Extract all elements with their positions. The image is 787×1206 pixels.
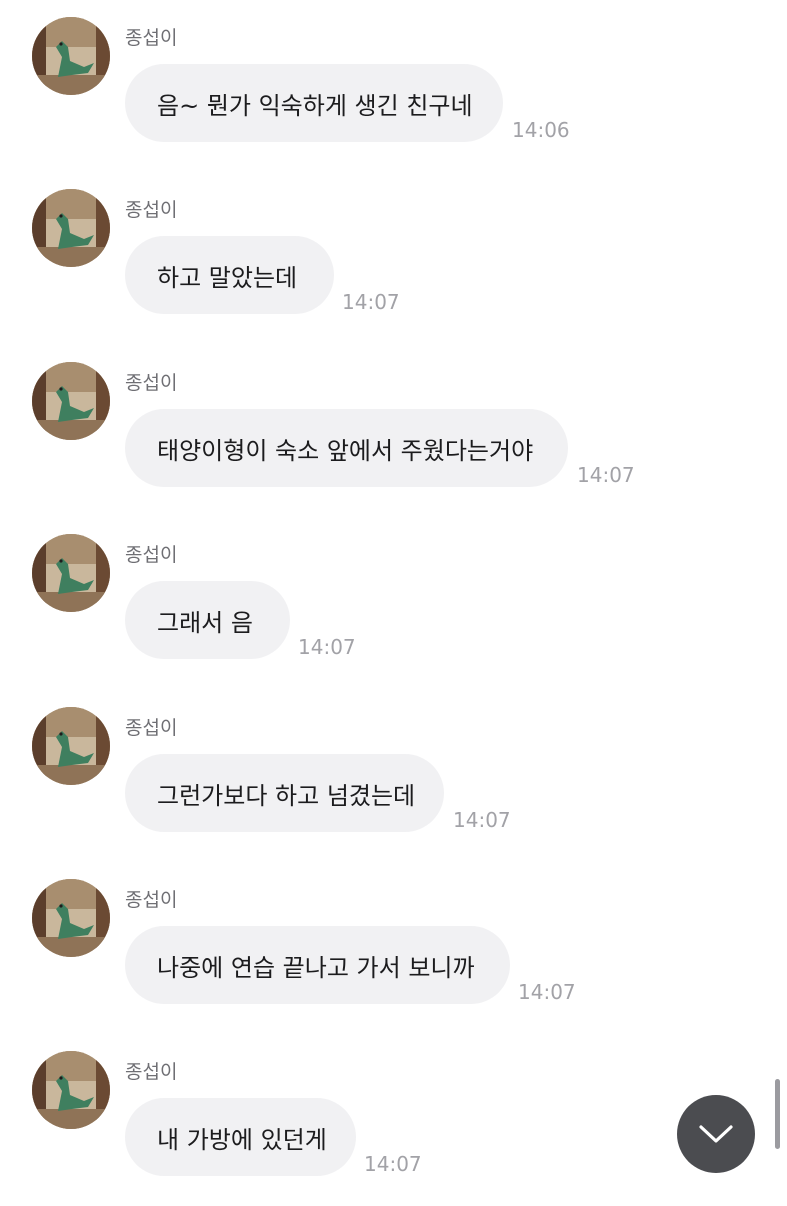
sender-name: 종섭이 <box>125 889 178 911</box>
message-bubble[interactable]: 태양이형이 숙소 앞에서 주웠다는거야 <box>125 409 568 487</box>
message-row: 종섭이 음~ 뭔가 익숙하게 생긴 친구네 14:06 <box>0 0 787 172</box>
message-row: 종섭이 나중에 연습 끝나고 가서 보니까 14:07 <box>0 862 787 1034</box>
sender-name: 종섭이 <box>125 717 178 739</box>
message-bubble[interactable]: 그런가보다 하고 넘겼는데 <box>125 754 444 832</box>
message-time: 14:07 <box>577 463 635 487</box>
scroll-down-button[interactable] <box>677 1095 755 1173</box>
message-time: 14:07 <box>342 290 400 314</box>
dinosaur-avatar-icon <box>32 362 110 440</box>
message-time: 14:07 <box>298 635 356 659</box>
message-row: 종섭이 그런가보다 하고 넘겼는데 14:07 <box>0 690 787 862</box>
message-bubble[interactable]: 나중에 연습 끝나고 가서 보니까 <box>125 926 510 1004</box>
scrollbar[interactable] <box>775 1079 780 1149</box>
message-row: 종섭이 태양이형이 숙소 앞에서 주웠다는거야 14:07 <box>0 345 787 517</box>
avatar[interactable] <box>32 707 110 785</box>
avatar[interactable] <box>32 1051 110 1129</box>
avatar[interactable] <box>32 189 110 267</box>
sender-name: 종섭이 <box>125 372 178 394</box>
message-bubble[interactable]: 그래서 음 <box>125 581 290 659</box>
sender-name: 종섭이 <box>125 1061 178 1083</box>
message-time: 14:07 <box>364 1152 422 1176</box>
dinosaur-avatar-icon <box>32 707 110 785</box>
sender-name: 종섭이 <box>125 27 178 49</box>
message-row: 종섭이 하고 말았는데 14:07 <box>0 172 787 344</box>
message-bubble[interactable]: 내 가방에 있던게 <box>125 1098 356 1176</box>
avatar[interactable] <box>32 879 110 957</box>
dinosaur-avatar-icon <box>32 1051 110 1129</box>
avatar[interactable] <box>32 362 110 440</box>
message-time: 14:06 <box>512 118 570 142</box>
message-row: 종섭이 내 가방에 있던게 14:07 <box>0 1034 787 1206</box>
sender-name: 종섭이 <box>125 544 178 566</box>
sender-name: 종섭이 <box>125 199 178 221</box>
avatar[interactable] <box>32 17 110 95</box>
dinosaur-avatar-icon <box>32 17 110 95</box>
message-row: 종섭이 그래서 음 14:07 <box>0 517 787 689</box>
message-time: 14:07 <box>453 808 511 832</box>
message-bubble[interactable]: 하고 말았는데 <box>125 236 334 314</box>
avatar[interactable] <box>32 534 110 612</box>
dinosaur-avatar-icon <box>32 534 110 612</box>
message-bubble[interactable]: 음~ 뭔가 익숙하게 생긴 친구네 <box>125 64 503 142</box>
message-time: 14:07 <box>518 980 576 1004</box>
chevron-down-icon <box>699 1125 733 1143</box>
dinosaur-avatar-icon <box>32 189 110 267</box>
dinosaur-avatar-icon <box>32 879 110 957</box>
